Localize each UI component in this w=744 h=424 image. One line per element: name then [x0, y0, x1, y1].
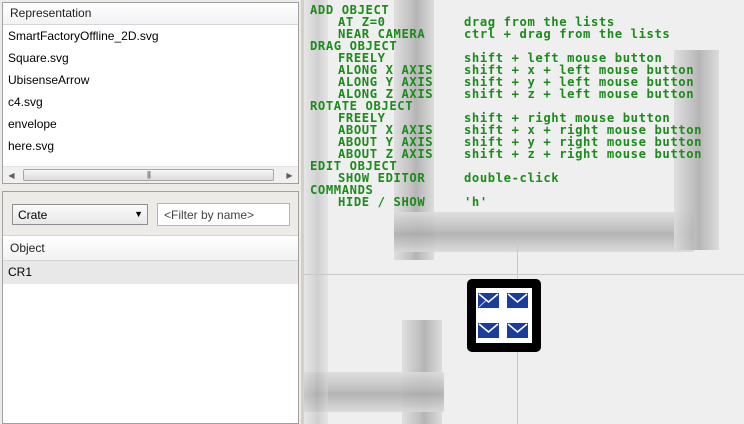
object-type-value: Crate: [18, 207, 48, 222]
help-shortcut-label: shift + z + left mouse button: [464, 87, 695, 101]
crate-object[interactable]: [467, 279, 541, 352]
representation-item[interactable]: here.svg: [3, 135, 298, 157]
scroll-left-arrow-icon[interactable]: ◀: [3, 167, 20, 183]
envelope-icon: [507, 323, 528, 338]
help-shortcut-label: ctrl + drag from the lists: [464, 27, 671, 41]
floor-path-middle: [394, 212, 694, 252]
object-column-header[interactable]: Object: [3, 236, 298, 261]
help-shortcut-label: shift + z + right mouse button: [464, 147, 703, 161]
representation-item[interactable]: UbisenseArrow: [3, 69, 298, 91]
scrollbar-thumb[interactable]: |||: [23, 169, 274, 181]
floor-path-edge: [304, 0, 328, 424]
crate-inner: [476, 288, 532, 343]
horizontal-scrollbar[interactable]: ◀ ||| ▶: [3, 166, 298, 183]
grid-line-horizontal: [304, 274, 744, 275]
filter-by-name-input[interactable]: [157, 203, 290, 226]
scrollbar-grip-icon: |||: [146, 170, 151, 179]
envelope-icon: [478, 293, 499, 308]
scroll-right-arrow-icon[interactable]: ▶: [281, 167, 298, 183]
help-shortcut-label: 'h': [464, 195, 488, 209]
representation-item[interactable]: SmartFactoryOffline_2D.svg: [3, 25, 298, 47]
chevron-down-icon: ▼: [134, 209, 143, 219]
representation-item[interactable]: envelope: [3, 113, 298, 135]
representation-panel: Representation SmartFactoryOffline_2D.sv…: [2, 2, 299, 184]
representation-column-header[interactable]: Representation: [3, 3, 298, 25]
help-shortcut-label: double-click: [464, 171, 560, 185]
filter-bar: Crate ▼: [3, 192, 298, 236]
object-panel: Crate ▼ Object CR1: [2, 191, 299, 424]
3d-viewport[interactable]: ADD OBJECT AT Z=0 drag from the lists NEAR …: [304, 0, 744, 424]
envelope-icon: [507, 293, 528, 308]
left-panel: Representation SmartFactoryOffline_2D.sv…: [0, 0, 304, 424]
object-list: CR1: [3, 261, 298, 284]
help-action-label: HIDE / SHOW: [338, 195, 426, 209]
representation-item[interactable]: c4.svg: [3, 91, 298, 113]
envelope-icon: [478, 323, 499, 338]
representation-list: SmartFactoryOffline_2D.svg Square.svg Ub…: [3, 25, 298, 157]
object-item[interactable]: CR1: [3, 261, 298, 284]
object-type-select[interactable]: Crate ▼: [12, 204, 148, 225]
representation-item[interactable]: Square.svg: [3, 47, 298, 69]
